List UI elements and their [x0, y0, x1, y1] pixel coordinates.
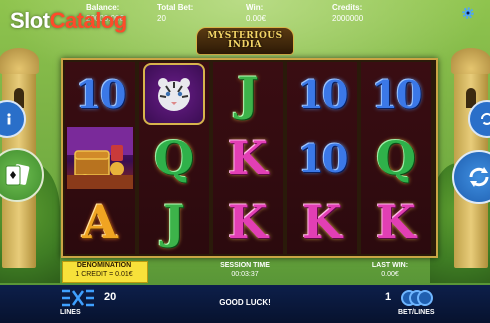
win-label: Win: [246, 3, 264, 12]
session-time-label: SESSION TIME [220, 262, 270, 269]
symbol-10: 10 [297, 135, 349, 181]
lines-value[interactable]: 20 [104, 291, 116, 303]
symbol-10: 10 [75, 71, 127, 117]
reel-symbol: K [361, 190, 431, 254]
reel-symbol: 10 [65, 62, 135, 126]
coins-icon [401, 290, 433, 306]
reel-1: 10 A [65, 62, 135, 254]
reel-symbol: 10 [287, 126, 357, 190]
reel-2: QJ [139, 62, 209, 254]
symbol-10: 10 [297, 71, 349, 117]
tiger-symbol [143, 63, 205, 125]
slotcatalog-watermark: SlotCatalog [10, 8, 127, 34]
status-message: GOOD LUCK! [219, 298, 271, 307]
spin-icon [469, 167, 489, 187]
reel-5: 10 Q K [361, 62, 431, 254]
symbol-k: K [302, 195, 342, 249]
reel-symbol: K [287, 190, 357, 254]
symbol-10: 10 [371, 71, 423, 117]
reels-area: 10 A Q J J K K 10 10 K 10 Q K [61, 58, 438, 258]
reel-symbol [139, 62, 209, 126]
session-time-value: 00:03:37 [231, 271, 259, 278]
bet-lines-label: BET/LINES [398, 309, 435, 316]
footer-bar: 20 LINES GOOD LUCK! 1 BET/LINES [0, 285, 490, 323]
symbol-j: J [163, 195, 185, 249]
game-logo: MYSTERIOUS INDIA [196, 27, 294, 55]
win-value: 0.00€ [246, 14, 267, 23]
total-bet-label: Total Bet: [157, 3, 194, 12]
watermark-accent-text: Catalog [49, 8, 128, 33]
reel-4: 10 10 K [287, 62, 357, 254]
lines-logo-icon [62, 289, 94, 307]
game-screen: Balance: 20000.00€ Total Bet: 20 Win: 0.… [0, 0, 490, 323]
watermark-text: Slot [10, 8, 50, 33]
refresh-icon [480, 112, 490, 125]
symbol-q: Q [153, 131, 195, 185]
gear-icon[interactable] [460, 5, 476, 21]
reel-symbol: J [213, 62, 283, 126]
reel-symbol: 10 [287, 62, 357, 126]
reel-3: JKK [213, 62, 283, 254]
symbol-a: A [82, 195, 118, 249]
bet-lines-value[interactable]: 1 [385, 291, 391, 303]
denomination-value: 1 CREDIT = 0.01€ [75, 271, 133, 278]
total-bet-value: 20 [157, 14, 166, 23]
reel-symbol: K [213, 126, 283, 190]
info-icon [7, 113, 11, 125]
reel-symbol: J [139, 190, 209, 254]
symbol-k: K [228, 131, 268, 185]
last-win-label: LAST WIN: [371, 262, 409, 269]
reel-symbol: K [213, 190, 283, 254]
logo-line-2: INDIA [228, 40, 262, 50]
denomination-label: DENOMINATION [76, 262, 132, 269]
symbol-j: J [237, 67, 259, 121]
last-win-value: 0.00€ [381, 271, 399, 278]
reel-symbol [65, 126, 135, 190]
treasure-symbol [67, 127, 133, 189]
reel-symbol: Q [361, 126, 431, 190]
reel-symbol: A [65, 190, 135, 254]
lines-label: LINES [60, 309, 81, 316]
reel-symbol: Q [139, 126, 209, 190]
symbol-k: K [228, 195, 268, 249]
symbol-k: K [376, 195, 416, 249]
reel-symbol: 10 [361, 62, 431, 126]
credits-label: Credits: [332, 3, 363, 12]
credits-value: 2000000 [332, 14, 364, 23]
cards-icon [5, 164, 30, 186]
symbol-q: Q [375, 131, 417, 185]
